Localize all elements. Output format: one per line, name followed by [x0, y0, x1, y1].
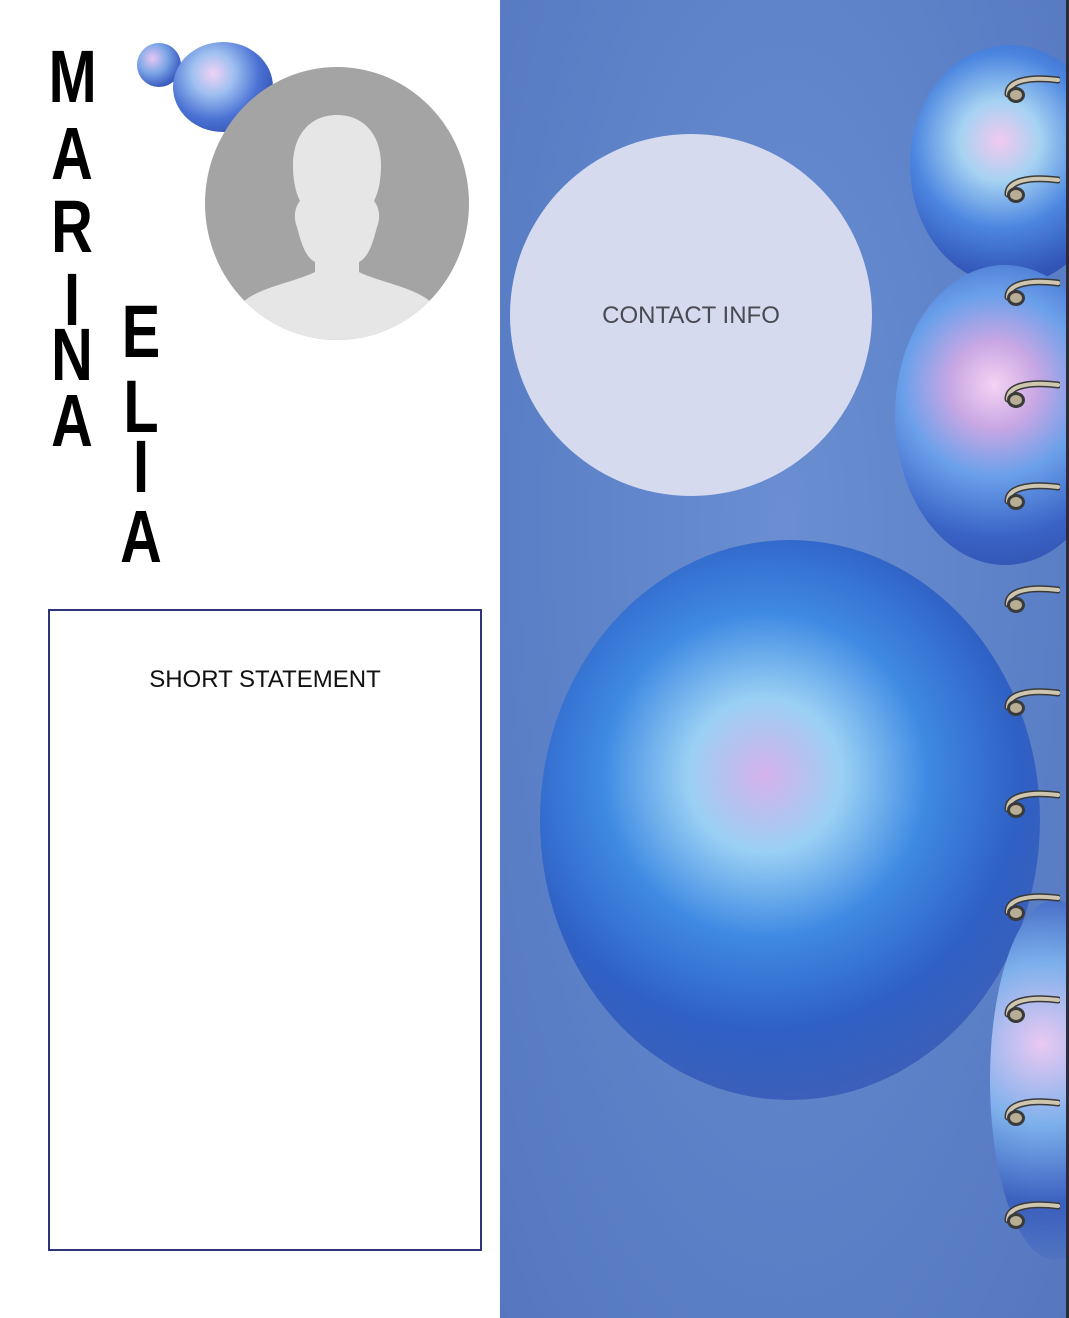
spiral-ring — [1004, 893, 1060, 921]
first-name-letter: A — [51, 112, 93, 195]
last-name-letter: E — [121, 290, 161, 373]
first-name-letter: R — [51, 185, 93, 268]
first-name-letter: M — [48, 35, 97, 118]
left-panel: M A R I N A E L I A SHORT STATEMENT — [0, 0, 500, 1318]
spiral-ring — [1004, 688, 1060, 716]
decorative-blob-large — [540, 540, 1040, 1100]
spiral-ring — [1004, 790, 1060, 818]
contact-info-title: CONTACT INFO — [602, 302, 780, 329]
spiral-ring — [1004, 75, 1060, 103]
spiral-ring — [1004, 175, 1060, 203]
first-name-letter: A — [51, 379, 93, 462]
short-statement-title: SHORT STATEMENT — [149, 666, 381, 693]
right-panel: CONTACT INFO — [500, 0, 1069, 1318]
spiral-ring — [1004, 380, 1060, 408]
short-statement-box[interactable]: SHORT STATEMENT — [48, 609, 482, 1251]
spiral-ring — [1004, 278, 1060, 306]
spiral-ring — [1004, 482, 1060, 510]
person-silhouette-icon — [235, 115, 439, 340]
spiral-ring — [1004, 1201, 1060, 1229]
profile-photo[interactable] — [205, 67, 469, 340]
last-name-letter: A — [120, 495, 162, 578]
last-name-letter: I — [132, 425, 150, 508]
spiral-ring — [1004, 1098, 1060, 1126]
spiral-ring — [1004, 995, 1060, 1023]
spiral-ring — [1004, 585, 1060, 613]
contact-info-circle[interactable]: CONTACT INFO — [510, 134, 872, 496]
